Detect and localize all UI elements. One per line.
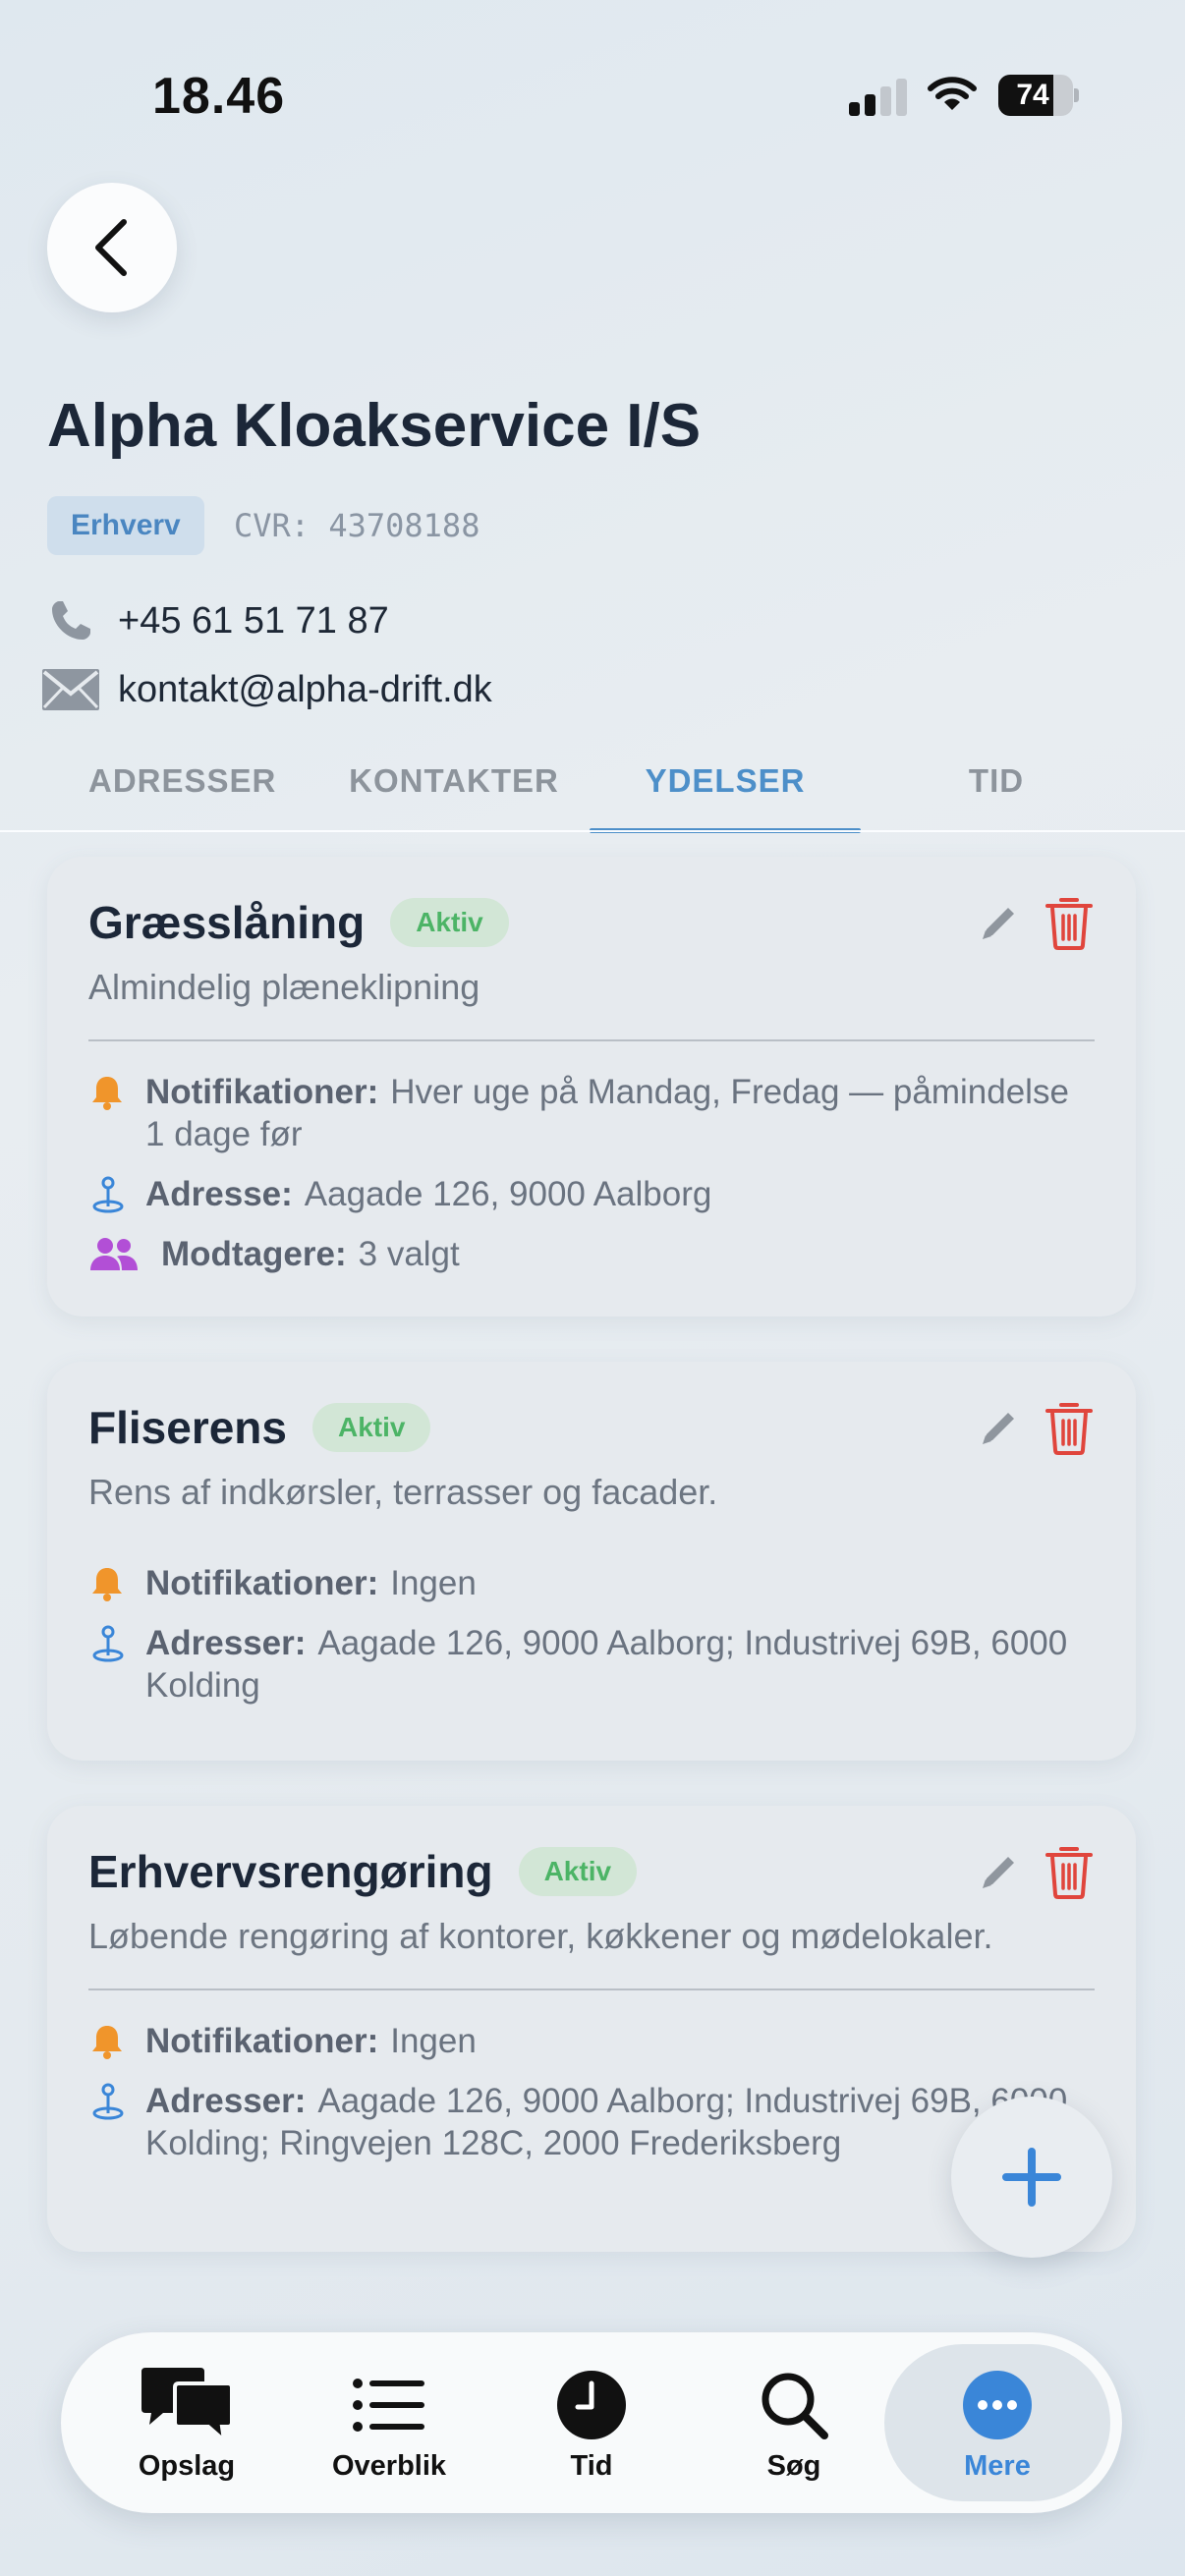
- battery-level-text: 74: [1016, 79, 1049, 111]
- email-address[interactable]: kontakt@alpha-drift.dk: [118, 669, 492, 711]
- email-row[interactable]: kontakt@alpha-drift.dk: [39, 662, 492, 717]
- edit-pencil-icon[interactable]: [977, 900, 1022, 945]
- bell-icon: [88, 1562, 145, 1604]
- nav-label: Overblik: [331, 2450, 447, 2482]
- bottom-tab-bar: Opslag Overblik Tid Søg Mere: [61, 2332, 1122, 2513]
- nav-label: Søg: [766, 2450, 821, 2482]
- recipients-value: 3 valgt: [358, 1235, 460, 1273]
- notifications-value: Ingen: [390, 1564, 477, 1602]
- status-badge: Aktiv: [312, 1403, 431, 1452]
- wifi-icon: [928, 75, 977, 114]
- location-pin-icon: [88, 2080, 145, 2122]
- status-badge: Aktiv: [390, 898, 509, 947]
- location-pin-icon: [88, 1622, 145, 1664]
- address-label: Adresser:: [145, 2082, 307, 2120]
- plus-icon: [1002, 2148, 1061, 2207]
- nav-label: Tid: [570, 2450, 613, 2482]
- address-label: Adresse:: [145, 1175, 293, 1213]
- address-detail: Adresse: Aagade 126, 9000 Aalborg: [88, 1173, 1095, 1215]
- status-time: 18.46: [152, 68, 286, 125]
- delete-trash-icon[interactable]: [1044, 1843, 1095, 1900]
- cvr-number: CVR: 43708188: [234, 507, 480, 544]
- phone-number[interactable]: +45 61 51 71 87: [118, 600, 389, 643]
- notifications-detail: Notifikationer: Ingen: [88, 1562, 1095, 1604]
- service-description: Løbende rengøring af kontorer, køkkener …: [88, 1916, 993, 1956]
- cellular-signal-icon: [849, 77, 908, 116]
- notifications-detail: Notifikationer: Ingen: [88, 2020, 1095, 2062]
- customer-type-badge: Erhverv: [47, 496, 204, 555]
- notifications-label: Notifikationer:: [145, 1564, 379, 1602]
- chat-bubbles-icon: [128, 2366, 246, 2444]
- tab-adresser[interactable]: ADRESSER: [47, 747, 318, 833]
- notifications-label: Notifikationer:: [145, 1073, 379, 1111]
- service-card[interactable]: Fliserens Aktiv Rens af indkørsler, terr…: [47, 1362, 1136, 1761]
- nav-opslag[interactable]: Opslag: [88, 2332, 285, 2513]
- add-service-button[interactable]: [951, 2097, 1112, 2258]
- mail-icon: [39, 662, 102, 717]
- clock-icon: [533, 2366, 650, 2444]
- bell-icon: [88, 2020, 145, 2062]
- battery-icon: 74: [998, 75, 1079, 116]
- delete-trash-icon[interactable]: [1044, 1399, 1095, 1456]
- service-card[interactable]: Græsslåning Aktiv Almindelig plæneklipni…: [47, 857, 1136, 1316]
- status-badge: Aktiv: [518, 1847, 638, 1896]
- address-detail: Adresser: Aagade 126, 9000 Aalborg; Indus…: [88, 2080, 1095, 2164]
- address-label: Adresser:: [145, 1624, 307, 1662]
- edit-pencil-icon[interactable]: [977, 1405, 1022, 1450]
- tab-bar: ADRESSER KONTAKTER YDELSER TID: [47, 747, 1138, 833]
- edit-pencil-icon[interactable]: [977, 1849, 1022, 1894]
- page-title: Alpha Kloakservice I/S: [47, 392, 702, 460]
- service-title: Erhvervsrengøring: [88, 1846, 493, 1897]
- service-title: Fliserens: [88, 1402, 287, 1453]
- nav-tid[interactable]: Tid: [493, 2332, 690, 2513]
- list-icon: [330, 2366, 448, 2444]
- notifications-value: Ingen: [390, 2022, 477, 2060]
- service-description: Almindelig plæneklipning: [88, 967, 480, 1007]
- notifications-detail: Notifikationer: Hver uge på Mandag, Freda…: [88, 1071, 1095, 1155]
- service-description: Rens af indkørsler, terrasser og facader…: [88, 1472, 718, 1512]
- status-bar: 18.46 74: [0, 0, 1185, 187]
- service-title: Græsslåning: [88, 897, 366, 948]
- phone-row[interactable]: +45 61 51 71 87: [39, 593, 389, 648]
- tabs-divider: [0, 830, 1185, 832]
- nav-soeg[interactable]: Søg: [696, 2332, 892, 2513]
- recipients-label: Modtagere:: [161, 1235, 347, 1273]
- address-value: Aagade 126, 9000 Aalborg: [304, 1175, 712, 1213]
- address-detail: Adresser: Aagade 126, 9000 Aalborg; Indus…: [88, 1622, 1095, 1707]
- nav-mere[interactable]: Mere: [884, 2344, 1110, 2501]
- recipients-detail: Modtagere: 3 valgt: [88, 1233, 1095, 1275]
- nav-label: Opslag: [138, 2450, 236, 2482]
- back-button[interactable]: [47, 183, 177, 312]
- phone-icon: [39, 593, 102, 648]
- nav-overblik[interactable]: Overblik: [291, 2332, 487, 2513]
- delete-trash-icon[interactable]: [1044, 894, 1095, 951]
- tab-kontakter[interactable]: KONTAKTER: [318, 747, 590, 833]
- more-icon: [938, 2366, 1056, 2444]
- location-pin-icon: [88, 1173, 145, 1215]
- tab-ydelser[interactable]: YDELSER: [590, 747, 861, 833]
- tab-tid[interactable]: TID: [861, 747, 1132, 833]
- bell-icon: [88, 1071, 145, 1113]
- card-divider: [88, 1988, 1095, 1990]
- people-icon: [88, 1233, 161, 1275]
- notifications-label: Notifikationer:: [145, 2022, 379, 2060]
- chevron-left-icon: [95, 219, 127, 276]
- card-divider: [88, 1039, 1095, 1041]
- search-icon: [735, 2366, 853, 2444]
- nav-label: Mere: [964, 2450, 1031, 2482]
